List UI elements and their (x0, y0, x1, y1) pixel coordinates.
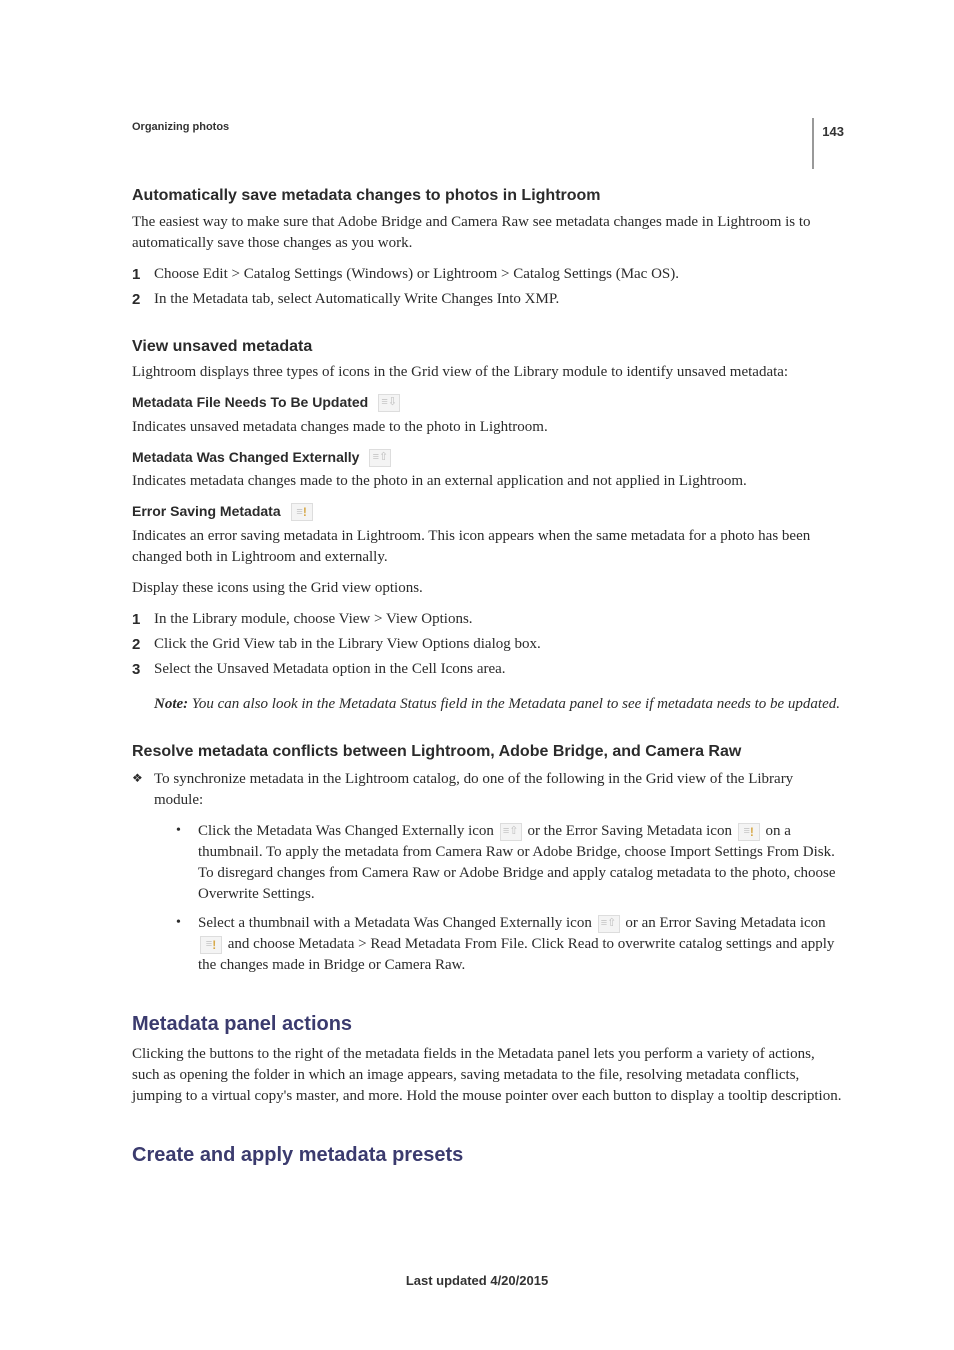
step-number: 1 (132, 264, 154, 285)
step-text: Select the Unsaved Metadata option in th… (154, 659, 506, 680)
bullet-text: Click the Metadata Was Changed Externall… (198, 821, 844, 905)
list-item: 3 Select the Unsaved Metadata option in … (132, 659, 844, 680)
bullet-icon: • (176, 913, 198, 976)
paragraph: Display these icons using the Grid view … (132, 578, 844, 599)
error-saving-metadata-icon: ≡! (738, 823, 760, 841)
paragraph: Lightroom displays three types of icons … (132, 362, 844, 383)
note: Note: You can also look in the Metadata … (154, 694, 844, 715)
error-saving-metadata-icon: ≡! (291, 503, 313, 521)
metadata-changed-externally-icon: ≡⇧ (598, 915, 620, 933)
bullet-icon: • (176, 821, 198, 905)
diamond-bullet-icon: ❖ (132, 769, 154, 811)
step-text: Choose Edit > Catalog Settings (Windows)… (154, 264, 679, 285)
note-label: Note: (154, 696, 188, 712)
step-text: In the Metadata tab, select Automaticall… (154, 289, 559, 310)
metadata-changed-externally-icon: ≡⇧ (369, 449, 391, 467)
heading-auto-save: Automatically save metadata changes to p… (132, 185, 844, 207)
list-item: ❖ To synchronize metadata in the Lightro… (132, 769, 844, 811)
error-saving-metadata-icon: ≡! (200, 936, 222, 954)
definition-term-line: Error Saving Metadata ≡! (132, 502, 844, 522)
list-item: 1 Choose Edit > Catalog Settings (Window… (132, 264, 844, 285)
paragraph: The easiest way to make sure that Adobe … (132, 212, 844, 254)
definition-term-line: Metadata File Needs To Be Updated ≡⇩ (132, 393, 844, 413)
definition-term: Metadata File Needs To Be Updated (132, 393, 368, 413)
ordered-list: 1 Choose Edit > Catalog Settings (Window… (132, 264, 844, 310)
bullet-text: To synchronize metadata in the Lightroom… (154, 769, 844, 811)
heading-metadata-panel-actions: Metadata panel actions (132, 1010, 844, 1038)
list-item: • Select a thumbnail with a Metadata Was… (176, 913, 844, 976)
document-page: 143 Organizing photos Automatically save… (0, 0, 954, 1350)
ordered-list: 1 In the Library module, choose View > V… (132, 609, 844, 680)
metadata-changed-externally-icon: ≡⇧ (500, 823, 522, 841)
text-fragment: and choose Metadata > Read Metadata From… (198, 936, 834, 973)
text-fragment: Click the Metadata Was Changed Externall… (198, 823, 498, 839)
paragraph: Clicking the buttons to the right of the… (132, 1044, 844, 1107)
step-text: Click the Grid View tab in the Library V… (154, 634, 541, 655)
step-number: 2 (132, 634, 154, 655)
heading-resolve-conflicts: Resolve metadata conflicts between Light… (132, 741, 844, 763)
definition-desc: Indicates metadata changes made to the p… (132, 471, 844, 492)
page-number-block: 143 (812, 118, 844, 169)
definition-term-line: Metadata Was Changed Externally ≡⇧ (132, 448, 844, 468)
text-fragment: or the Error Saving Metadata icon (527, 823, 735, 839)
definition-desc: Indicates an error saving metadata in Li… (132, 526, 844, 568)
step-number: 1 (132, 609, 154, 630)
definition-term: Metadata Was Changed Externally (132, 448, 359, 468)
definition-desc: Indicates unsaved metadata changes made … (132, 417, 844, 438)
note-body: You can also look in the Metadata Status… (188, 696, 840, 712)
list-item: 2 In the Metadata tab, select Automatica… (132, 289, 844, 310)
metadata-needs-update-icon: ≡⇩ (378, 394, 400, 412)
list-item: 1 In the Library module, choose View > V… (132, 609, 844, 630)
definition-term: Error Saving Metadata (132, 502, 281, 522)
text-fragment: Select a thumbnail with a Metadata Was C… (198, 915, 596, 931)
text-fragment: or an Error Saving Metadata icon (625, 915, 825, 931)
page-footer: Last updated 4/20/2015 (0, 1272, 954, 1290)
list-item: 2 Click the Grid View tab in the Library… (132, 634, 844, 655)
step-number: 2 (132, 289, 154, 310)
heading-create-apply-presets: Create and apply metadata presets (132, 1141, 844, 1169)
running-header: Organizing photos (132, 120, 844, 135)
list-item: • Click the Metadata Was Changed Externa… (176, 821, 844, 905)
step-text: In the Library module, choose View > Vie… (154, 609, 473, 630)
heading-view-unsaved: View unsaved metadata (132, 336, 844, 358)
step-number: 3 (132, 659, 154, 680)
bullet-text: Select a thumbnail with a Metadata Was C… (198, 913, 844, 976)
sub-bullet-list: • Click the Metadata Was Changed Externa… (132, 821, 844, 976)
page-number: 143 (822, 124, 844, 139)
bullet-list: ❖ To synchronize metadata in the Lightro… (132, 769, 844, 811)
